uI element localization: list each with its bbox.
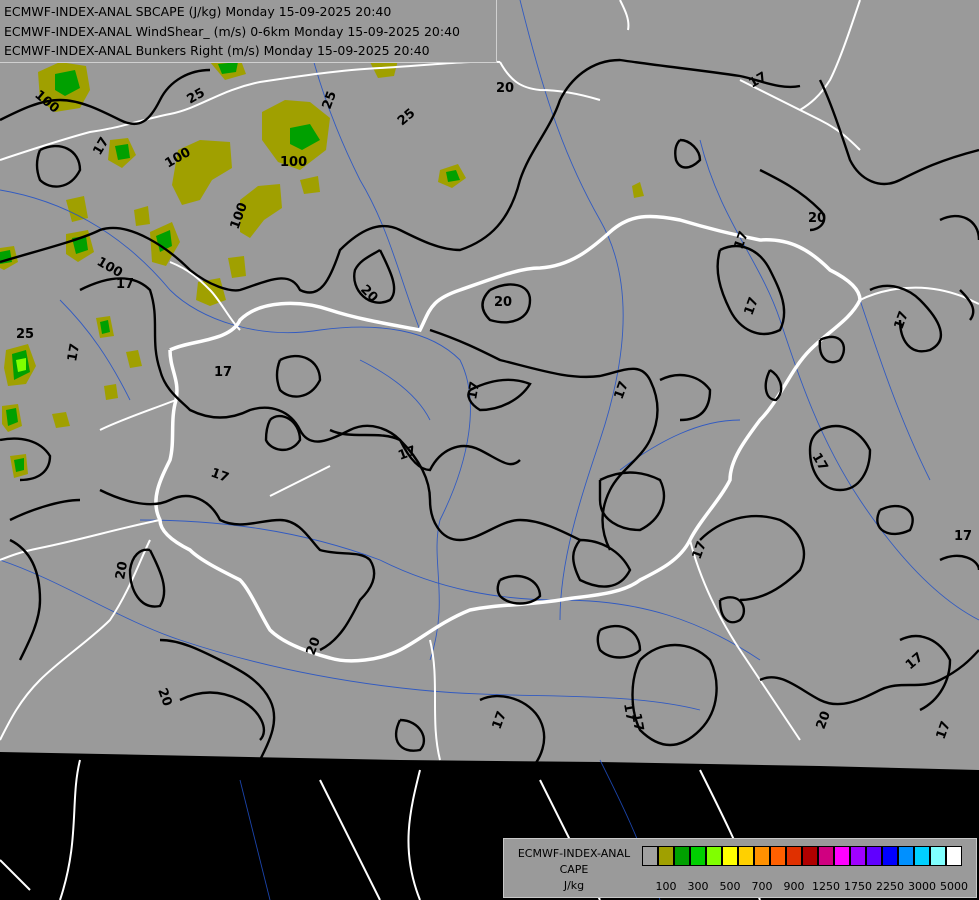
legend-swatch: [674, 846, 690, 866]
legend-title-model: ECMWF-INDEX-ANAL: [517, 847, 631, 860]
legend-tick-label: 300: [687, 880, 709, 893]
legend-swatch: [706, 846, 722, 866]
legend-swatch: [946, 846, 962, 866]
legend-tick-label: 3000: [908, 880, 936, 893]
legend-swatch: [642, 846, 658, 866]
header-line-windshear: ECMWF-INDEX-ANAL WindShear_ (m/s) 0-6km …: [4, 24, 460, 39]
contour-label: 17: [214, 365, 232, 380]
map-header: ECMWF-INDEX-ANAL SBCAPE (J/kg) Monday 15…: [0, 0, 497, 63]
legend-swatch: [722, 846, 738, 866]
legend-tick-label: 100: [655, 880, 677, 893]
legend-tick-label: 1750: [844, 880, 872, 893]
legend-tick-label: 5000: [940, 880, 968, 893]
legend-tick-label: 1250: [812, 880, 840, 893]
contour-label: 17: [954, 529, 972, 544]
legend-tick-label: 900: [783, 880, 805, 893]
legend-swatch: [738, 846, 754, 866]
contour-label: 17: [116, 277, 134, 292]
contour-label: 20: [113, 560, 131, 580]
contour-label: 100: [280, 155, 307, 170]
contour-label: 17: [628, 712, 646, 732]
data-area: [0, 0, 979, 770]
contour-label: 20: [494, 295, 512, 310]
legend-swatch: [754, 846, 770, 866]
cape-legend: ECMWF-INDEX-ANAL CAPE J/kg 100 300 500 700 9…: [503, 838, 977, 898]
legend-tick-label: 700: [751, 880, 773, 893]
header-line-sbcape: ECMWF-INDEX-ANAL SBCAPE (J/kg) Monday 15…: [4, 4, 392, 19]
contour-label: 17: [465, 380, 483, 400]
weather-map: 25 100 25 100 100 100 17 25 25 17 17 20 …: [0, 0, 979, 900]
legend-swatch: [802, 846, 818, 866]
legend-swatch: [658, 846, 674, 866]
legend-swatch: [770, 846, 786, 866]
legend-swatch: [850, 846, 866, 866]
legend-title-param: CAPE: [559, 863, 589, 876]
legend-title-unit: J/kg: [563, 879, 585, 892]
legend-swatch: [898, 846, 914, 866]
contour-label: 20: [808, 211, 826, 226]
legend-tick-label: 500: [719, 880, 741, 893]
legend-swatch: [930, 846, 946, 866]
header-line-bunkers: ECMWF-INDEX-ANAL Bunkers Right (m/s) Mon…: [4, 43, 430, 58]
contour-label: 17: [65, 342, 83, 362]
legend-swatch: [882, 846, 898, 866]
legend-tick-label: 2250: [876, 880, 904, 893]
legend-swatch: [834, 846, 850, 866]
contour-label: 25: [16, 327, 34, 342]
legend-swatch: [818, 846, 834, 866]
legend-swatch: [866, 846, 882, 866]
contour-label: 20: [496, 81, 514, 96]
legend-swatch: [690, 846, 706, 866]
legend-swatch: [914, 846, 930, 866]
legend-swatch: [786, 846, 802, 866]
